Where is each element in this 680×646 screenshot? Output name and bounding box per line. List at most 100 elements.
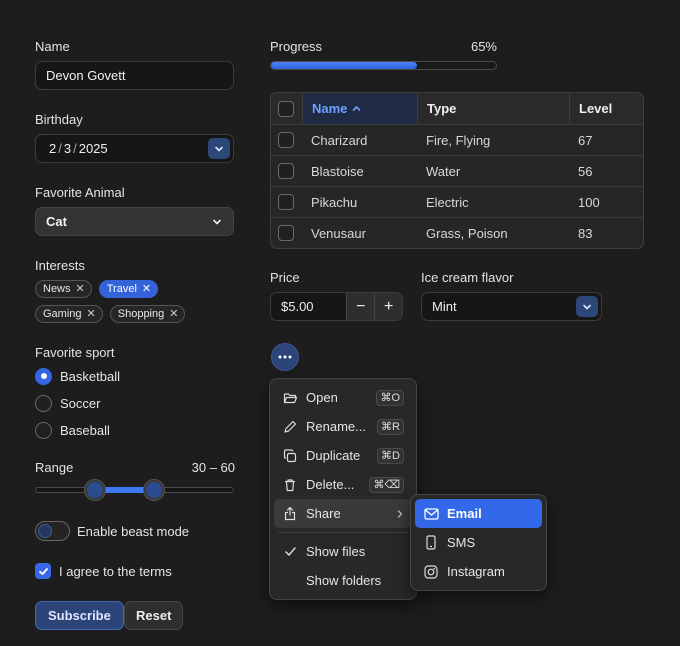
flavor-combobox[interactable]: Mint <box>421 292 602 321</box>
column-header-name[interactable]: Name <box>302 93 417 124</box>
table-row[interactable]: Charizard Fire, Flying 67 <box>271 124 643 155</box>
checkbox-label: I agree to the terms <box>59 563 172 579</box>
submenu-item-email[interactable]: Email <box>415 499 542 528</box>
table-cell: Fire, Flying <box>426 132 491 148</box>
select-all-checkbox[interactable] <box>278 100 294 117</box>
column-header-type[interactable]: Type <box>417 93 569 124</box>
column-label: Name <box>312 101 348 116</box>
birthday-year[interactable]: 2025 <box>78 141 109 156</box>
range-label: Range <box>35 460 74 475</box>
flavor-input[interactable]: Mint <box>432 299 457 314</box>
radio-basketball[interactable]: Basketball <box>35 366 120 386</box>
menu-item-check-spacer <box>282 573 298 589</box>
keyboard-shortcut: ⌘D <box>377 447 404 464</box>
menu-item-delete[interactable]: Delete... ⌘⌫ <box>274 470 412 499</box>
keyboard-shortcut: ⌘⌫ <box>369 476 404 493</box>
menu-item-label: Duplicate <box>306 448 361 463</box>
keyboard-shortcut: ⌘R <box>377 418 404 435</box>
table-row[interactable]: Pikachu Electric 100 <box>271 186 643 217</box>
select-all-cell <box>271 93 302 124</box>
radio-soccer[interactable]: Soccer <box>35 393 120 413</box>
radio-label: Basketball <box>60 368 120 384</box>
column-header-level[interactable]: Level <box>569 93 643 124</box>
more-actions-button[interactable] <box>271 343 299 371</box>
radio-baseball[interactable]: Baseball <box>35 420 120 440</box>
sort-ascending-icon <box>353 106 361 111</box>
chevron-down-icon <box>215 146 223 151</box>
interests-tag-row-1: News ✕ Travel ✕ <box>35 280 159 298</box>
table-row[interactable]: Blastoise Water 56 <box>271 155 643 186</box>
animal-select[interactable]: Cat <box>35 207 234 236</box>
terms-checkbox[interactable]: I agree to the terms <box>35 563 172 579</box>
column-label: Level <box>579 101 613 116</box>
submenu-item-sms[interactable]: SMS <box>415 528 542 557</box>
price-input[interactable]: $5.00 <box>271 293 347 320</box>
copy-icon <box>282 448 298 464</box>
row-checkbox[interactable] <box>278 225 294 241</box>
mail-icon <box>423 506 439 522</box>
reset-button[interactable]: Reset <box>124 601 184 630</box>
menu-item-share[interactable]: Share <box>274 499 412 528</box>
remove-tag-icon[interactable]: ✕ <box>76 283 85 295</box>
row-checkbox[interactable] <box>278 194 294 210</box>
row-checkbox[interactable] <box>278 163 294 179</box>
menu-item-label: SMS <box>447 535 476 550</box>
radio-button[interactable] <box>35 421 52 439</box>
column-label: Type <box>427 101 457 116</box>
row-select-cell <box>271 218 302 248</box>
birthday-month[interactable]: 2 <box>48 141 57 156</box>
slider-thumb-min[interactable] <box>84 480 105 500</box>
tag-label: Gaming <box>43 308 82 320</box>
birthday-label: Birthday <box>35 112 83 127</box>
name-field[interactable]: Devon Govett <box>35 61 234 90</box>
chevron-down-icon <box>213 219 221 224</box>
range-slider[interactable] <box>35 480 234 500</box>
calendar-dropdown-button[interactable] <box>208 138 230 159</box>
table-cell: 83 <box>578 225 593 241</box>
switch[interactable] <box>35 521 70 541</box>
menu-item-show-folders[interactable]: Show folders <box>274 566 412 595</box>
price-label: Price <box>270 270 300 285</box>
progress-bar <box>270 61 497 70</box>
remove-tag-icon[interactable]: ✕ <box>87 308 96 320</box>
menu-item-duplicate[interactable]: Duplicate ⌘D <box>274 441 412 470</box>
table-cell: Water <box>426 163 461 179</box>
flavor-dropdown-button[interactable] <box>576 296 598 317</box>
subscribe-button[interactable]: Subscribe <box>35 601 124 630</box>
menu-item-label: Open <box>306 390 338 405</box>
menu-item-show-files[interactable]: Show files <box>274 537 412 566</box>
radio-button[interactable] <box>35 367 52 385</box>
menu-item-label: Instagram <box>447 564 505 579</box>
range-value: 30 – 60 <box>191 460 235 475</box>
keyboard-shortcut: ⌘O <box>376 389 404 406</box>
tag-shopping[interactable]: Shopping ✕ <box>109 305 186 323</box>
decrement-button[interactable]: − <box>346 293 375 320</box>
sport-radio-group: Basketball Soccer Baseball <box>35 366 120 440</box>
table-row[interactable]: Venusaur Grass, Poison 83 <box>271 217 643 248</box>
radio-label: Baseball <box>60 422 110 438</box>
checkmark-icon <box>282 544 298 560</box>
checkbox[interactable] <box>35 563 51 579</box>
table-cell: 56 <box>578 163 593 179</box>
radio-button[interactable] <box>35 394 52 412</box>
tag-travel[interactable]: Travel ✕ <box>98 280 159 298</box>
table-cell: 100 <box>578 194 600 210</box>
progress-value: 65% <box>470 39 497 54</box>
remove-tag-icon[interactable]: ✕ <box>142 283 151 295</box>
remove-tag-icon[interactable]: ✕ <box>169 308 178 320</box>
table-header-row: Name Type Level <box>271 93 643 124</box>
beast-mode-toggle[interactable]: Enable beast mode <box>35 521 189 541</box>
row-checkbox[interactable] <box>278 132 294 148</box>
tag-label: Travel <box>106 283 137 295</box>
menu-item-open[interactable]: Open ⌘O <box>274 383 412 412</box>
submenu-item-instagram[interactable]: Instagram <box>415 557 542 586</box>
increment-button[interactable]: + <box>374 293 402 320</box>
birthday-day[interactable]: 3 <box>63 141 72 156</box>
tag-news[interactable]: News ✕ <box>35 280 92 298</box>
slider-thumb-max[interactable] <box>144 480 165 500</box>
birthday-field[interactable]: 2 / 3 / 2025 <box>35 134 234 163</box>
tag-gaming[interactable]: Gaming ✕ <box>35 305 103 323</box>
table-cell: 67 <box>578 132 593 148</box>
menu-item-label: Email <box>447 506 482 521</box>
menu-item-rename[interactable]: Rename... ⌘R <box>274 412 412 441</box>
